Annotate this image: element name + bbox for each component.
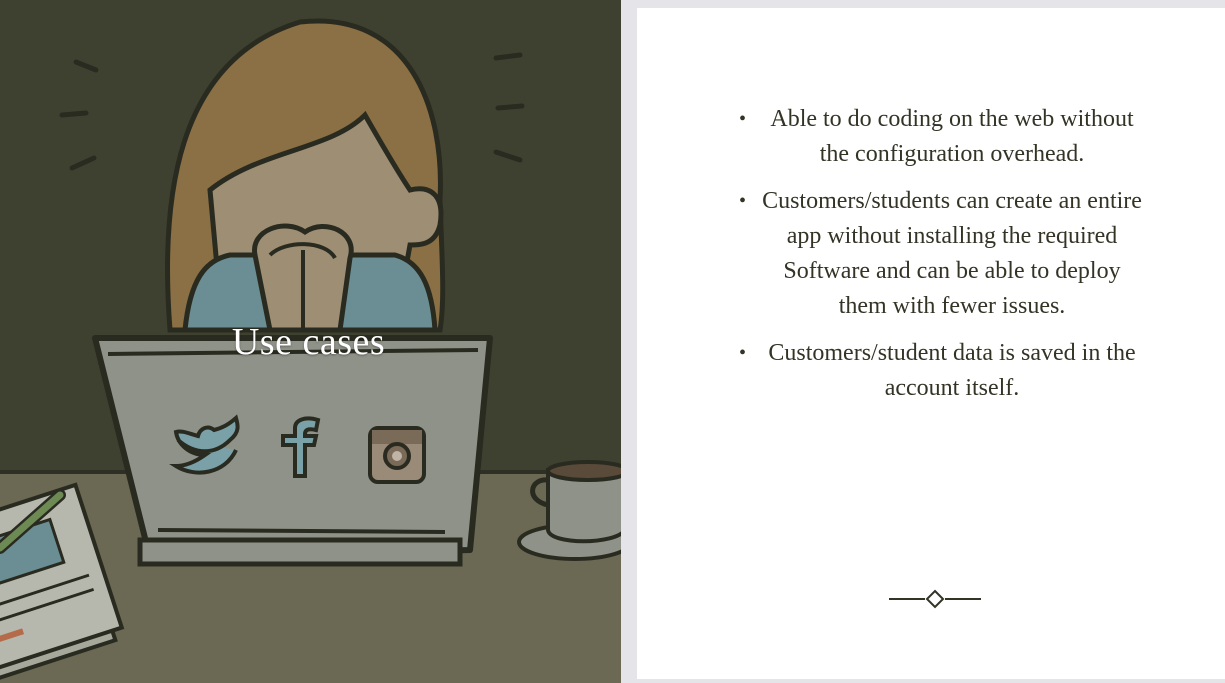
slide-title: Use cases <box>231 321 386 363</box>
bullet-item: • Able to do coding on the web without t… <box>739 102 1147 172</box>
slide: Use cases • Able to do coding on the web… <box>0 0 1225 683</box>
bullet-list: • Able to do coding on the web without t… <box>739 102 1147 418</box>
bullet-glyph: • <box>739 190 747 212</box>
instagram-icon <box>368 426 426 484</box>
content-panel: • Able to do coding on the web without t… <box>637 8 1225 679</box>
bullet-glyph: • <box>739 342 747 364</box>
bullet-item: • Customers/students can create an entir… <box>739 184 1147 324</box>
diamond-divider-icon <box>889 589 981 609</box>
bullet-text: Customers/students can create an entire … <box>762 188 1142 319</box>
bullet-item: • Customers/student data is saved in the… <box>739 336 1147 406</box>
bullet-text: Customers/student data is saved in the a… <box>768 340 1136 401</box>
illustration-panel: Use cases <box>0 0 621 683</box>
bullet-glyph: • <box>739 108 747 130</box>
bullet-text: Able to do coding on the web without the… <box>770 106 1134 167</box>
